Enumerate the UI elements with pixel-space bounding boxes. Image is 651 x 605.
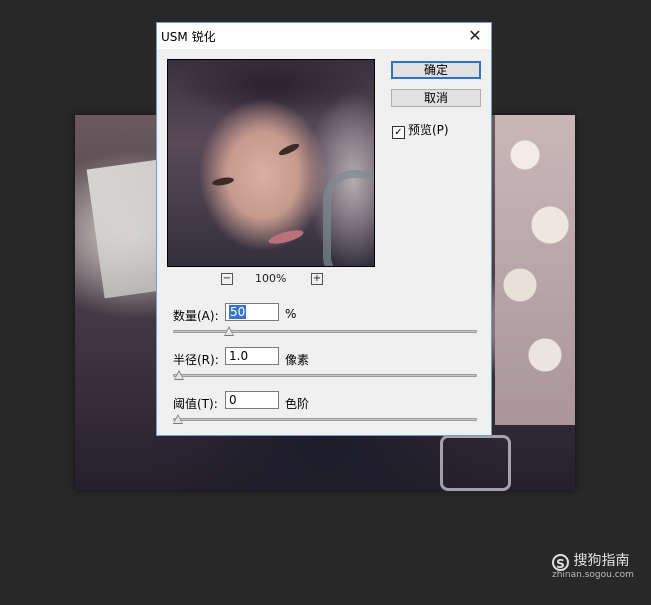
zoom-controls: − 100% + [167,271,375,287]
amount-input[interactable]: 50 [225,303,279,321]
radius-label: 半径(R): [173,353,219,367]
amount-slider[interactable] [173,326,477,338]
unsharp-mask-dialog: USM 锐化 ✕ − 100% + 确定 取消 ✓ 预览(P) 数量(A): 50… [156,22,492,436]
threshold-unit: 色阶 [285,397,310,411]
threshold-slider-track[interactable] [173,418,477,421]
amount-label: 数量(A): [173,309,219,323]
zoom-level: 100% [255,272,287,285]
watermark: S 搜狗指南 [552,550,629,571]
threshold-label: 阈值(T): [173,397,218,411]
ok-button[interactable]: 确定 [391,61,481,79]
watermark-url: zhinan.sogou.com [552,570,634,580]
threshold-slider-thumb[interactable] [173,414,183,424]
radius-slider-thumb[interactable] [173,370,184,380]
radius-slider[interactable] [173,370,477,382]
close-icon[interactable]: ✕ [461,24,489,48]
preview-eye-right [277,141,301,158]
zoom-out-icon[interactable]: − [221,273,233,285]
amount-value: 50 [229,305,247,319]
threshold-slider[interactable] [173,414,477,426]
dialog-title: USM 锐化 [161,30,216,44]
watermark-brand: 搜狗指南 [573,553,630,569]
sogou-logo-icon: S [552,554,569,571]
preview-image[interactable] [167,59,375,267]
dialog-titlebar[interactable]: USM 锐化 ✕ [157,23,491,49]
preview-checkbox-label: 预览(P) [408,123,449,137]
radius-slider-track[interactable] [173,374,477,377]
preview-mouth [267,227,305,247]
threshold-input[interactable]: 0 [225,391,279,409]
preview-checkbox[interactable]: ✓ 预览(P) [392,121,449,139]
radius-input[interactable]: 1.0 [225,347,279,365]
checkbox-check-icon[interactable]: ✓ [392,126,405,139]
amount-slider-track[interactable] [173,330,477,333]
cancel-button[interactable]: 取消 [391,89,481,107]
canvas-flower-region [495,115,575,425]
zoom-in-icon[interactable]: + [311,273,323,285]
radius-unit: 像素 [285,353,310,367]
amount-slider-thumb[interactable] [223,326,234,336]
preview-collar [323,170,374,266]
amount-unit: % [285,307,297,321]
canvas-shirt-logo [440,435,511,491]
preview-eye-left [211,176,235,187]
